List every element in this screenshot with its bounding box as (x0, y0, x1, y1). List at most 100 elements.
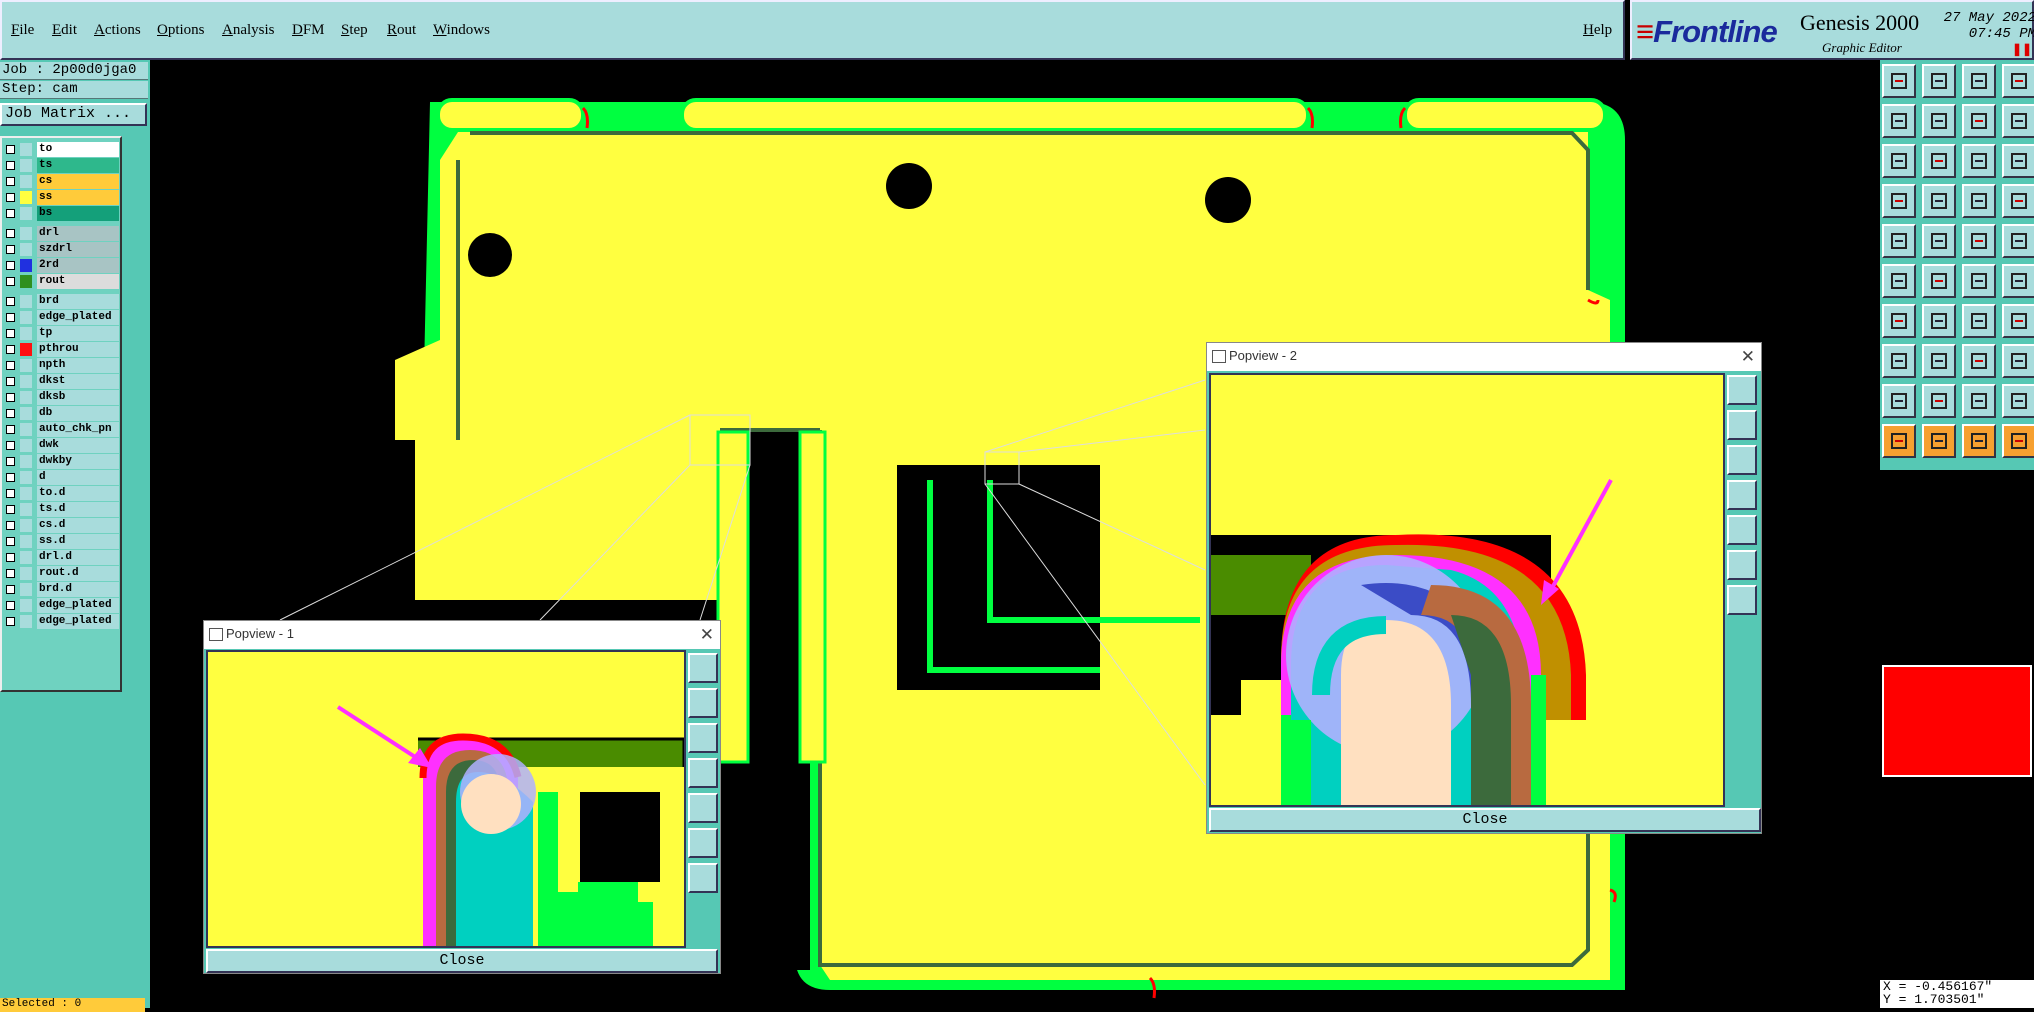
popview-1-tool-button[interactable] (688, 863, 718, 893)
layer-color-swatch[interactable] (20, 295, 32, 308)
layer-checkbox[interactable] (6, 361, 15, 370)
cross-icon[interactable] (1922, 264, 1956, 298)
popview-2-view[interactable] (1209, 373, 1725, 807)
layer-color-swatch[interactable] (20, 407, 32, 420)
layer-row-edge_plated[interactable]: edge_plated (4, 614, 120, 629)
layer-color-swatch[interactable] (20, 439, 32, 452)
layer-color-swatch[interactable] (20, 243, 32, 256)
layer-row-2rd[interactable]: 2rd (4, 258, 120, 273)
layer-color-swatch[interactable] (20, 503, 32, 516)
home-icon[interactable] (1962, 64, 1996, 98)
net-icon[interactable] (2002, 184, 2034, 218)
layer-checkbox[interactable] (6, 245, 15, 254)
layer-row-rout[interactable]: rout (4, 274, 120, 289)
open-icon[interactable] (1882, 64, 1916, 98)
layer-color-swatch[interactable] (20, 359, 32, 372)
add-surface-icon[interactable] (2002, 224, 2034, 258)
popview-2-titlebar[interactable]: Popview - 2 ✕ (1207, 343, 1761, 371)
move-icon[interactable] (1962, 344, 1996, 378)
popview-1-tool-button[interactable] (688, 793, 718, 823)
layer-name[interactable]: ts.d (37, 502, 119, 517)
layer-row-ss[interactable]: ss (4, 190, 120, 205)
pick-icon[interactable] (1922, 424, 1956, 458)
layer-row-dwk[interactable]: dwk (4, 438, 120, 453)
layer-name[interactable]: auto_chk_pn (37, 422, 119, 437)
zoom-in-icon[interactable] (1882, 104, 1916, 138)
layer-row-edge_plated[interactable]: edge_plated (4, 598, 120, 613)
layer-name[interactable]: cs (37, 174, 119, 189)
layer-row-tp[interactable]: tp (4, 326, 120, 341)
popview-1-view[interactable] (206, 650, 686, 948)
layer-checkbox[interactable] (6, 489, 15, 498)
pan-icon[interactable] (1882, 144, 1916, 178)
popview-1-tool-button[interactable] (688, 758, 718, 788)
add-pad-icon[interactable] (1882, 224, 1916, 258)
layer-name[interactable]: pthrou (37, 342, 119, 357)
popview-1-tool-button[interactable] (688, 828, 718, 858)
properties-icon[interactable] (1882, 184, 1916, 218)
layer-checkbox[interactable] (6, 585, 15, 594)
popview-1-titlebar[interactable]: Popview - 1 ✕ (204, 621, 720, 649)
layer-checkbox[interactable] (6, 193, 15, 202)
popview-2-tool-button[interactable] (1727, 410, 1757, 440)
pad-icon[interactable] (1962, 184, 1996, 218)
layer-row-drl.d[interactable]: drl.d (4, 550, 120, 565)
layer-row-bs[interactable]: bs (4, 206, 120, 221)
layer-name[interactable]: 2rd (37, 258, 119, 273)
layer-color-swatch[interactable] (20, 175, 32, 188)
layer-checkbox[interactable] (6, 177, 15, 186)
snap-icon[interactable] (1882, 264, 1916, 298)
layer-color-swatch[interactable] (20, 551, 32, 564)
menu-file[interactable]: File (11, 22, 34, 39)
layer-name[interactable]: to (37, 142, 119, 157)
close-icon[interactable]: ✕ (700, 622, 714, 648)
layer-color-swatch[interactable] (20, 143, 32, 156)
layer-color-swatch[interactable] (20, 423, 32, 436)
layer-name[interactable]: ss.d (37, 534, 119, 549)
layer-row-dksb[interactable]: dksb (4, 390, 120, 405)
layer-name[interactable]: ss (37, 190, 119, 205)
layer-color-swatch[interactable] (20, 191, 32, 204)
layer-color-swatch[interactable] (20, 471, 32, 484)
layer-checkbox[interactable] (6, 393, 15, 402)
trim-icon[interactable] (2002, 384, 2034, 418)
panes-icon[interactable] (2002, 64, 2034, 98)
layer-checkbox[interactable] (6, 537, 15, 546)
layer-checkbox[interactable] (6, 229, 15, 238)
menu-rout[interactable]: Rout (387, 22, 416, 39)
layer-name[interactable]: drl (37, 226, 119, 241)
popview-2-tool-button[interactable] (1727, 480, 1757, 510)
menu-windows[interactable]: Windows (433, 22, 490, 39)
layer-row-brd[interactable]: brd (4, 294, 120, 309)
help-icon[interactable] (2002, 104, 2034, 138)
route-icon[interactable] (2002, 264, 2034, 298)
layer-color-swatch[interactable] (20, 391, 32, 404)
layer-color-swatch[interactable] (20, 259, 32, 272)
menu-dfm[interactable]: DFM (292, 22, 325, 39)
layer-checkbox[interactable] (6, 473, 15, 482)
layer-name[interactable]: ts (37, 158, 119, 173)
layer-name[interactable]: edge_plated (37, 310, 119, 325)
popview-2-tool-button[interactable] (1727, 585, 1757, 615)
layer-row-dkst[interactable]: dkst (4, 374, 120, 389)
popview-2-tool-button[interactable] (1727, 550, 1757, 580)
layer-row-brd.d[interactable]: brd.d (4, 582, 120, 597)
popview-2-tool-button[interactable] (1727, 375, 1757, 405)
popview-1-close-button[interactable]: Close (206, 949, 718, 973)
add-text-icon[interactable] (1962, 224, 1996, 258)
add-line-icon[interactable] (1922, 224, 1956, 258)
flip-icon[interactable] (2002, 304, 2034, 338)
close-icon[interactable]: ✕ (1741, 344, 1755, 370)
layer-name[interactable]: tp (37, 326, 119, 341)
layer-row-szdrl[interactable]: szdrl (4, 242, 120, 257)
popview-2-tool-button[interactable] (1727, 445, 1757, 475)
layer-row-ss.d[interactable]: ss.d (4, 534, 120, 549)
layer-name[interactable]: dwkby (37, 454, 119, 469)
layer-row-npth[interactable]: npth (4, 358, 120, 373)
layer-checkbox[interactable] (6, 425, 15, 434)
layer-checkbox[interactable] (6, 505, 15, 514)
layer-color-swatch[interactable] (20, 615, 32, 628)
layer-name[interactable]: cs.d (37, 518, 119, 533)
layer-name[interactable]: rout (37, 274, 119, 289)
layer-checkbox[interactable] (6, 313, 15, 322)
